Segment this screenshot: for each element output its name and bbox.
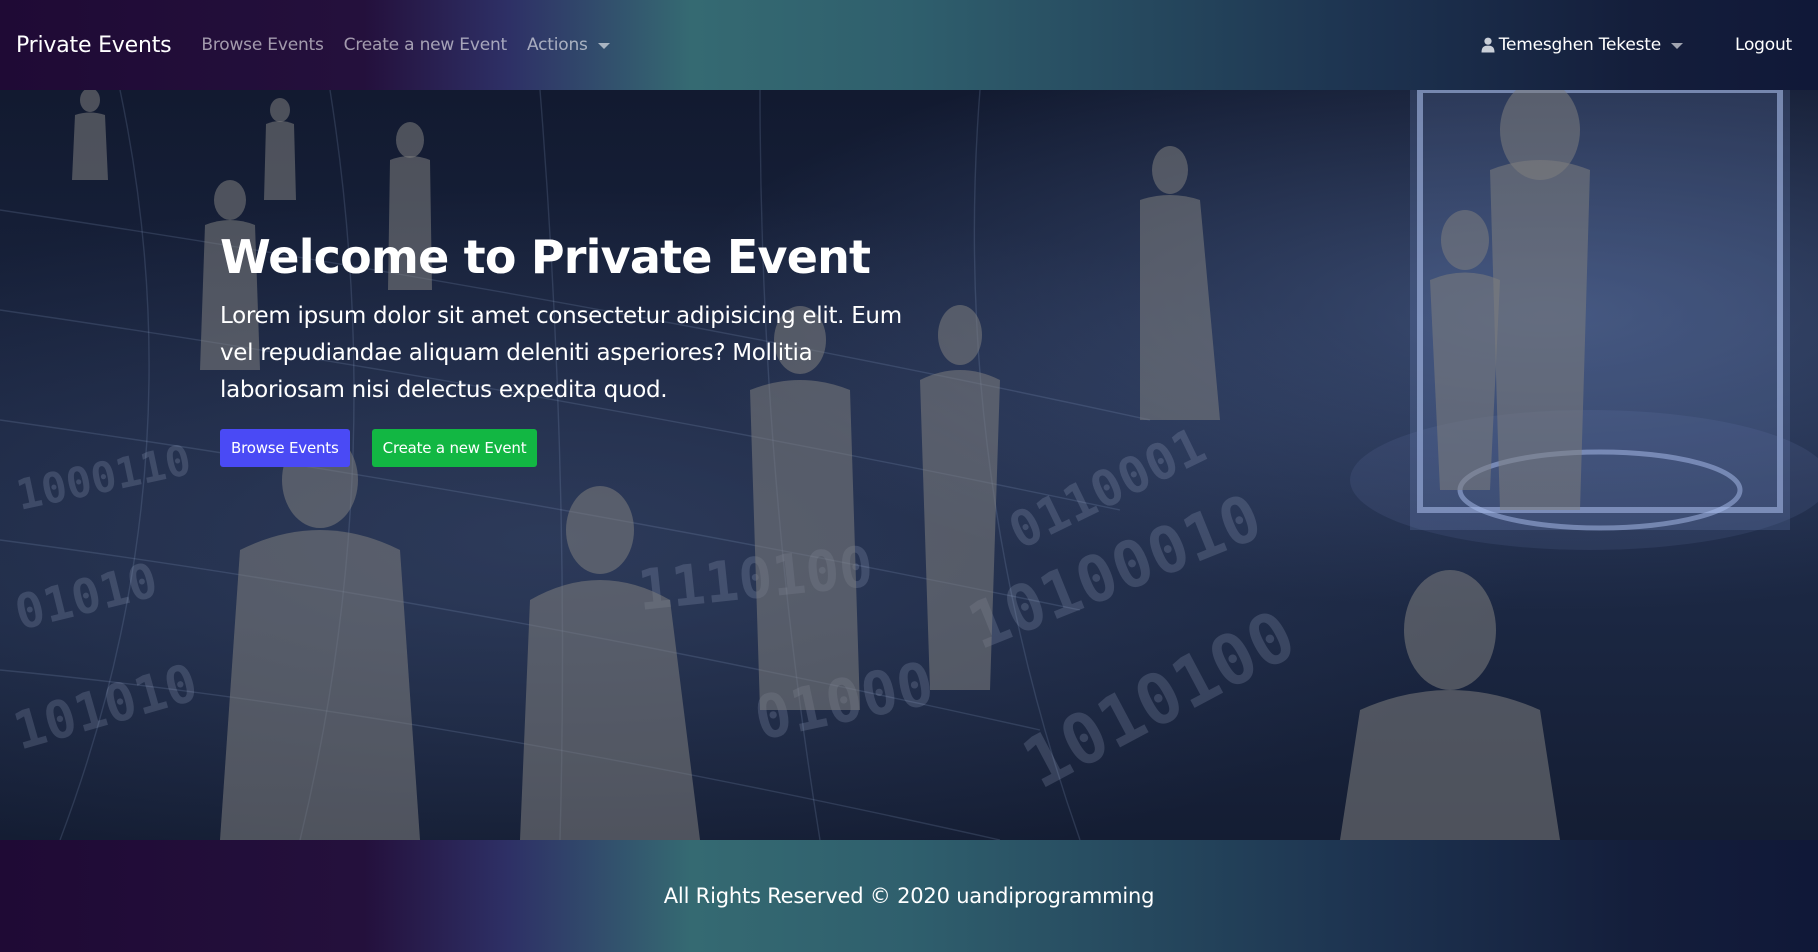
hero-section: 1000110 01010 101010 1110100 01000 10100… <box>0 90 1818 840</box>
footer: All Rights Reserved © 2020 uandiprogramm… <box>0 840 1818 952</box>
actions-dropdown[interactable]: Actions <box>527 35 610 55</box>
footer-copyright: All Rights Reserved © 2020 uandiprogramm… <box>663 884 1155 908</box>
create-event-button[interactable]: Create a new Event <box>371 429 538 467</box>
caret-down-icon <box>1670 43 1683 49</box>
actions-dropdown-label: Actions <box>527 35 588 55</box>
caret-down-icon <box>597 43 610 49</box>
svg-text:1000110: 1000110 <box>12 435 195 520</box>
user-dropdown[interactable]: Temesghen Tekeste <box>1481 35 1683 55</box>
hero-title: Welcome to Private Event <box>220 230 871 284</box>
nav-link-browse-events[interactable]: Browse Events <box>201 35 323 55</box>
browse-events-button[interactable]: Browse Events <box>220 429 350 467</box>
user-name: Temesghen Tekeste <box>1498 35 1661 55</box>
brand-link[interactable]: Private Events <box>16 33 172 58</box>
svg-text:101010: 101010 <box>7 653 204 762</box>
nav-right-group: Temesghen Tekeste Logout <box>1481 35 1802 55</box>
logout-link[interactable]: Logout <box>1735 35 1792 55</box>
hero-description: Lorem ipsum dolor sit amet consectetur a… <box>220 303 902 403</box>
nav-link-create-event[interactable]: Create a new Event <box>344 35 508 55</box>
hero-content: Welcome to Private Event Lorem ipsum dol… <box>220 230 940 467</box>
user-icon <box>1481 37 1495 53</box>
svg-text:01010: 01010 <box>9 552 163 641</box>
top-navbar: Private Events Browse Events Create a ne… <box>0 0 1818 90</box>
